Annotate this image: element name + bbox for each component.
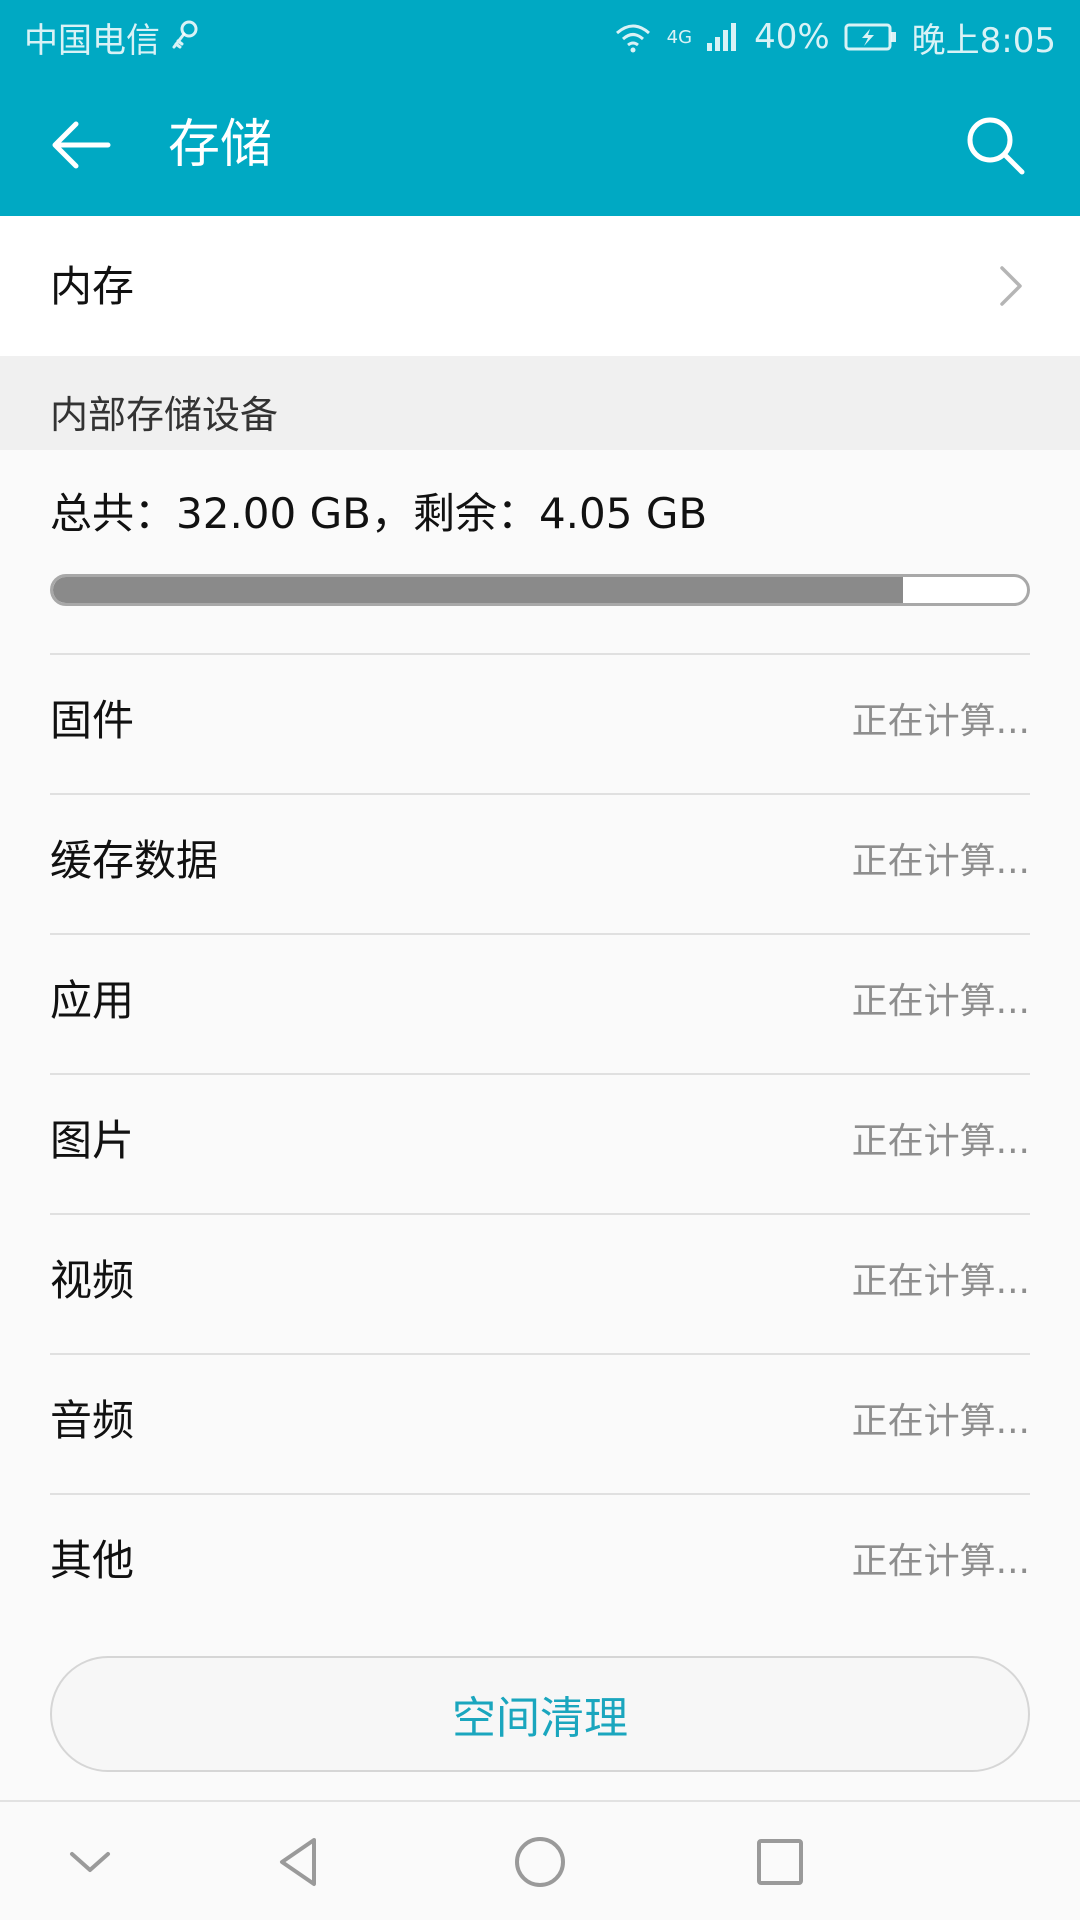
carrier-label: 中国电信	[24, 20, 160, 61]
search-icon	[967, 117, 1025, 175]
space-clean-button[interactable]: 空间清理	[50, 1656, 1030, 1772]
status-bar: 中国电信 4G 40% 晚上8:05	[0, 0, 1080, 74]
list-item-apps[interactable]: 应用 正在计算...	[50, 935, 1030, 1073]
list-item-value: 正在计算...	[851, 981, 1030, 1022]
list-item-label: 音频	[50, 1396, 135, 1445]
wifi-icon	[613, 21, 653, 53]
recents-square-icon[interactable]	[750, 1832, 810, 1892]
list-item-pictures[interactable]: 图片 正在计算...	[50, 1075, 1030, 1213]
list-item-cache[interactable]: 缓存数据 正在计算...	[50, 795, 1030, 933]
memory-row[interactable]: 内存	[0, 216, 1080, 356]
back-button[interactable]	[50, 114, 112, 176]
page-title: 存储	[168, 115, 273, 175]
list-item-label: 应用	[50, 976, 135, 1025]
status-left: 中国电信	[24, 13, 200, 62]
storage-summary: 总共：32.00 GB，剩余：4.05 GB	[50, 489, 708, 538]
storage-progress-bar	[50, 574, 1030, 606]
clock: 晚上8:05	[911, 20, 1056, 61]
back-arrow-icon	[52, 121, 111, 169]
list-item-value: 正在计算...	[851, 1541, 1030, 1582]
list-item-label: 固件	[50, 696, 135, 745]
key-icon	[170, 19, 200, 55]
back-triangle-icon[interactable]	[270, 1832, 330, 1892]
network-type-label: 4G	[666, 26, 693, 48]
memory-label: 内存	[50, 262, 135, 311]
list-item-value: 正在计算...	[851, 1261, 1030, 1302]
storage-content: 总共：32.00 GB，剩余：4.05 GB 固件 正在计算... 缓存数据 正…	[0, 450, 1080, 1800]
list-item-video[interactable]: 视频 正在计算...	[50, 1215, 1030, 1353]
chevron-right-icon	[1000, 266, 1022, 306]
list-item-label: 图片	[50, 1116, 135, 1165]
battery-percent: 40%	[754, 17, 830, 57]
navigation-bar	[0, 1800, 1080, 1920]
list-item-audio[interactable]: 音频 正在计算...	[50, 1355, 1030, 1493]
list-item-label: 缓存数据	[50, 836, 219, 885]
section-header: 内部存储设备	[0, 356, 1080, 450]
search-button[interactable]	[964, 114, 1028, 178]
list-item-value: 正在计算...	[851, 701, 1030, 742]
list-item-label: 其他	[50, 1536, 135, 1585]
list-item-firmware[interactable]: 固件 正在计算...	[50, 655, 1030, 793]
storage-progress-fill	[53, 577, 904, 603]
list-item-value: 正在计算...	[851, 1121, 1030, 1162]
list-item-label: 视频	[50, 1256, 135, 1305]
list-item-other[interactable]: 其他 正在计算...	[50, 1495, 1030, 1633]
home-circle-icon[interactable]	[510, 1832, 570, 1892]
status-right: 4G 40% 晚上8:05	[613, 13, 1056, 62]
battery-charging-icon	[844, 22, 898, 52]
chevron-down-icon[interactable]	[60, 1832, 120, 1892]
app-bar: 存储	[0, 74, 1080, 216]
signal-icon	[706, 21, 740, 53]
section-title: 内部存储设备	[50, 393, 279, 437]
list-item-value: 正在计算...	[851, 1401, 1030, 1442]
list-item-value: 正在计算...	[851, 841, 1030, 882]
